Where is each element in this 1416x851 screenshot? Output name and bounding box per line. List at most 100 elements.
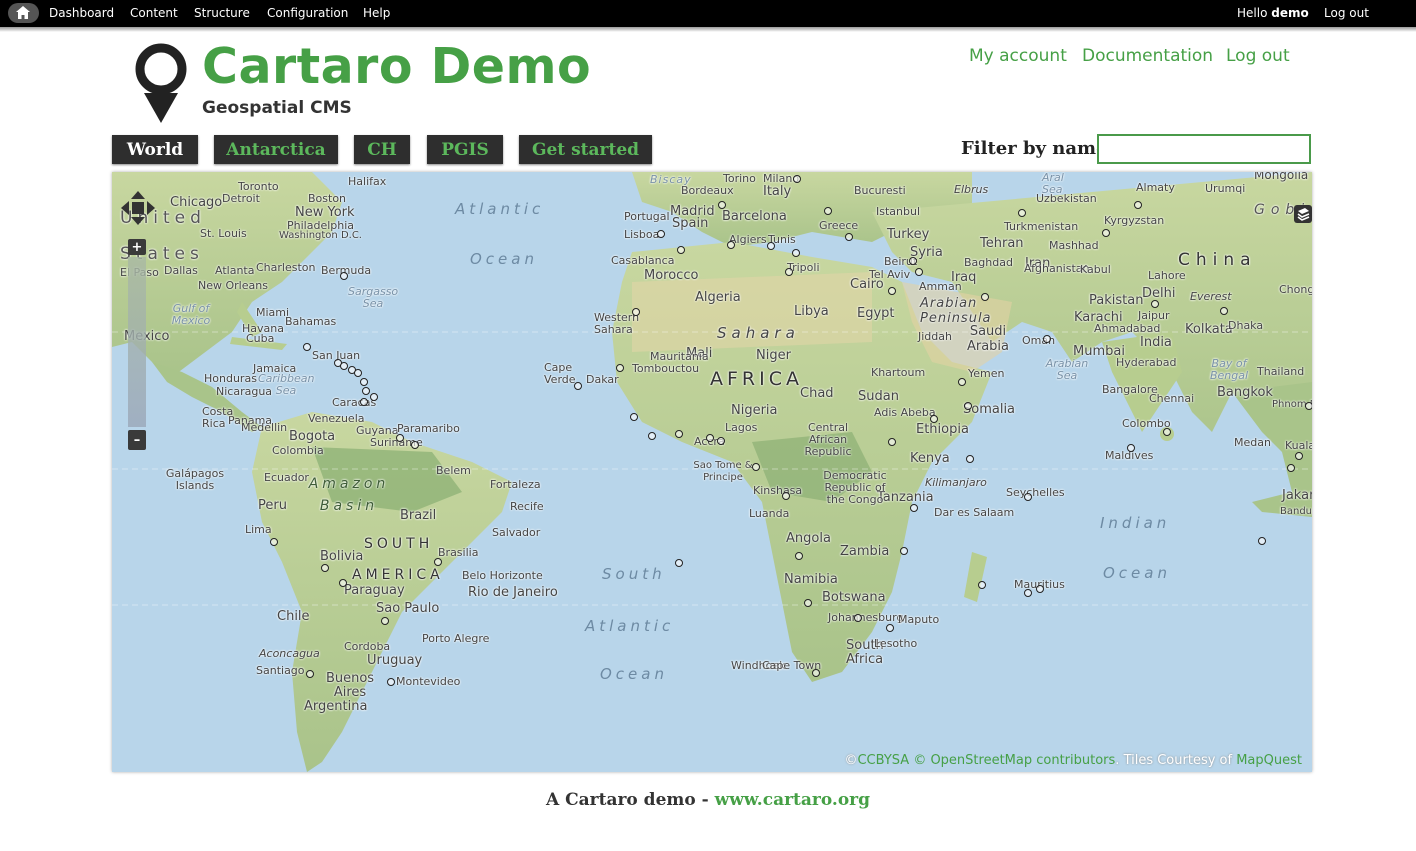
pan-control[interactable] (121, 191, 155, 225)
map-marker[interactable] (964, 402, 972, 410)
map-marker[interactable] (981, 293, 989, 301)
map-marker[interactable] (1134, 201, 1142, 209)
map-marker[interactable] (1220, 307, 1228, 315)
map-marker[interactable] (886, 624, 894, 632)
map-marker[interactable] (574, 382, 582, 390)
map-marker[interactable] (785, 268, 793, 276)
map-marker[interactable] (1258, 537, 1266, 545)
tab-ch[interactable]: CH (354, 135, 410, 164)
map-marker[interactable] (767, 242, 775, 250)
map-marker[interactable] (1036, 585, 1044, 593)
map-marker[interactable] (1287, 464, 1295, 472)
map-marker[interactable] (270, 538, 278, 546)
city-label: Bay of Bengal (1209, 357, 1249, 382)
osm-link[interactable]: © OpenStreetMap contributors (913, 753, 1115, 768)
logout-link[interactable]: Log out (1226, 46, 1290, 66)
map-marker[interactable] (306, 670, 314, 678)
map-marker[interactable] (370, 393, 378, 401)
map-marker[interactable] (812, 669, 820, 677)
my-account-link[interactable]: My account (969, 46, 1067, 66)
map-marker[interactable] (804, 599, 812, 607)
map-marker[interactable] (675, 559, 683, 567)
map-marker[interactable] (727, 241, 735, 249)
tab-world[interactable]: World (112, 135, 198, 164)
map-marker[interactable] (616, 364, 624, 372)
map-marker[interactable] (718, 201, 726, 209)
map-marker[interactable] (411, 441, 419, 449)
layers-switcher-button[interactable] (1294, 205, 1312, 223)
documentation-link[interactable]: Documentation (1082, 46, 1213, 66)
map-marker[interactable] (387, 678, 395, 686)
map-marker[interactable] (362, 387, 370, 395)
map-marker[interactable] (845, 233, 853, 241)
map-marker[interactable] (910, 504, 918, 512)
filter-name-input[interactable] (1097, 134, 1311, 164)
map-marker[interactable] (632, 308, 640, 316)
map-marker[interactable] (958, 378, 966, 386)
zoom-slider[interactable] (128, 257, 146, 427)
map-marker[interactable] (1018, 209, 1026, 217)
map-marker[interactable] (360, 378, 368, 386)
map-marker[interactable] (795, 552, 803, 560)
mapquest-link[interactable]: MapQuest (1236, 753, 1302, 768)
tab-pgis[interactable]: PGIS (427, 135, 503, 164)
map-marker[interactable] (930, 415, 938, 423)
map-marker[interactable] (915, 268, 923, 276)
map-marker[interactable] (793, 175, 801, 183)
map-marker[interactable] (752, 463, 760, 471)
map-marker[interactable] (888, 287, 896, 295)
map-marker[interactable] (303, 343, 311, 351)
map-marker[interactable] (824, 207, 832, 215)
zoom-out-button[interactable]: – (128, 430, 146, 450)
license-link[interactable]: CCBYSA (857, 753, 909, 768)
map-marker[interactable] (354, 369, 362, 377)
toolbar-configuration[interactable]: Configuration (267, 6, 348, 20)
toolbar-dashboard[interactable]: Dashboard (49, 6, 114, 20)
map-marker[interactable] (396, 434, 404, 442)
map-marker[interactable] (792, 249, 800, 257)
map-marker[interactable] (675, 430, 683, 438)
map-marker[interactable] (978, 581, 986, 589)
map-marker[interactable] (1127, 444, 1135, 452)
toolbar-logout[interactable]: Log out (1324, 6, 1369, 20)
tab-antarctica[interactable]: Antarctica (214, 135, 338, 164)
map-marker[interactable] (1043, 335, 1051, 343)
map-marker[interactable] (1163, 428, 1171, 436)
map-marker[interactable] (900, 547, 908, 555)
map-marker[interactable] (648, 432, 656, 440)
zoom-in-button[interactable]: + (128, 239, 146, 255)
map-marker[interactable] (888, 438, 896, 446)
map-marker[interactable] (434, 558, 442, 566)
footer-link[interactable]: www.cartaro.org (715, 790, 870, 810)
world-map[interactable]: Atlantic Ocean Atlantic South Ocean Indi… (112, 172, 1312, 772)
map-marker[interactable] (340, 362, 348, 370)
map-marker[interactable] (381, 617, 389, 625)
map-marker[interactable] (630, 413, 638, 421)
map-marker[interactable] (339, 579, 347, 587)
tab-get-started[interactable]: Get started (519, 135, 652, 164)
map-marker[interactable] (1102, 229, 1110, 237)
map-marker[interactable] (657, 230, 665, 238)
map-marker[interactable] (1151, 300, 1159, 308)
map-marker[interactable] (1305, 402, 1312, 410)
map-marker[interactable] (340, 272, 348, 280)
map-marker[interactable] (677, 246, 685, 254)
map-marker[interactable] (966, 455, 974, 463)
map-marker[interactable] (854, 614, 862, 622)
map-marker[interactable] (360, 398, 368, 406)
logo[interactable] (135, 43, 187, 129)
site-name[interactable]: Cartaro Demo (202, 38, 591, 95)
home-button[interactable] (8, 3, 39, 23)
toolbar-help[interactable]: Help (363, 6, 390, 20)
map-marker[interactable] (321, 564, 329, 572)
map-marker[interactable] (1295, 452, 1303, 460)
map-marker[interactable] (909, 257, 917, 265)
map-marker[interactable] (1024, 493, 1032, 501)
map-marker[interactable] (782, 492, 790, 500)
map-marker[interactable] (717, 437, 725, 445)
toolbar-content[interactable]: Content (130, 6, 178, 20)
map-marker[interactable] (1024, 589, 1032, 597)
toolbar-structure[interactable]: Structure (194, 6, 250, 20)
user-name[interactable]: demo (1271, 6, 1308, 20)
map-marker[interactable] (706, 434, 714, 442)
